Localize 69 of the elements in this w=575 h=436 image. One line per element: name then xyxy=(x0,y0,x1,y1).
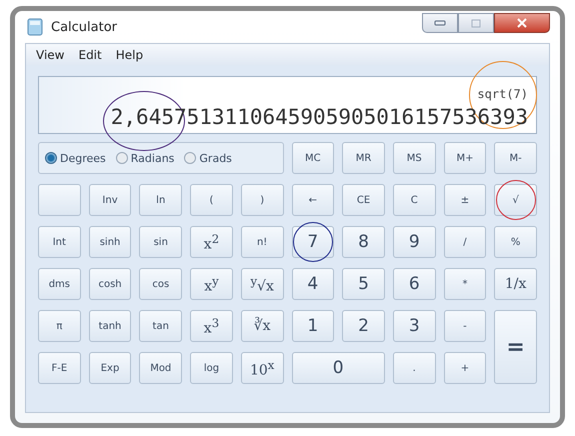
digit-key[interactable]: 3 xyxy=(392,310,436,342)
angle-unit-radio[interactable]: Degrees xyxy=(45,152,106,164)
digit-key[interactable]: 9 xyxy=(392,226,436,258)
maximize-button[interactable] xyxy=(458,13,494,33)
calculator-key[interactable]: C xyxy=(392,184,436,216)
function-key[interactable]: x$^{3}$ xyxy=(190,310,233,342)
function-key[interactable]: 1/x xyxy=(494,268,537,300)
calculator-key[interactable]: / xyxy=(444,226,486,258)
radio-label: Degrees xyxy=(60,152,106,164)
calculator-key[interactable]: tan xyxy=(139,310,182,342)
calculator-key[interactable]: + xyxy=(444,352,486,384)
function-key[interactable]: x$^{2}$ xyxy=(190,226,233,258)
calculator-key[interactable]: dms xyxy=(38,268,81,300)
calculator-key[interactable]: Inv xyxy=(88,184,132,216)
calculator-key[interactable]: ( xyxy=(190,184,233,216)
function-key[interactable]: $^{y}$√x xyxy=(240,268,284,300)
calculator-icon xyxy=(27,18,43,36)
function-key[interactable]: x$^{y}$ xyxy=(190,268,233,300)
calculator-key[interactable]: % xyxy=(494,226,537,258)
calculator-key[interactable]: MS xyxy=(392,142,436,174)
calculator-key[interactable]: . xyxy=(392,352,436,384)
minimize-icon xyxy=(434,20,446,26)
function-key[interactable]: ∛x xyxy=(240,310,284,342)
digit-key[interactable]: 4 xyxy=(292,268,334,300)
calculator-key[interactable]: CE xyxy=(342,184,385,216)
equals-key[interactable]: = xyxy=(494,310,537,384)
menu-item[interactable]: Help xyxy=(116,48,144,62)
calculator-key[interactable]: ← xyxy=(292,184,334,216)
calculator-key[interactable]: ln xyxy=(139,184,182,216)
calculator-key[interactable]: ) xyxy=(240,184,284,216)
digit-key[interactable]: 6 xyxy=(392,268,436,300)
digit-key[interactable]: 1 xyxy=(292,310,334,342)
calculator-key[interactable]: sinh xyxy=(88,226,132,258)
digit-key[interactable]: 2 xyxy=(342,310,385,342)
minimize-button[interactable] xyxy=(422,13,458,33)
calculator-key[interactable]: M+ xyxy=(444,142,486,174)
function-key[interactable]: 10$^{x}$ xyxy=(240,352,284,384)
angle-unit-radio[interactable]: Grads xyxy=(184,152,232,164)
expression-text: sqrt(7) xyxy=(477,87,528,101)
calculator-key[interactable]: F-E xyxy=(38,352,81,384)
calculator-key[interactable]: log xyxy=(190,352,233,384)
digit-key[interactable]: 5 xyxy=(342,268,385,300)
calculator-key[interactable]: n! xyxy=(240,226,284,258)
menu-item[interactable]: Edit xyxy=(78,48,102,62)
menu-item[interactable]: View xyxy=(36,48,64,62)
close-icon xyxy=(517,18,527,28)
close-button[interactable] xyxy=(494,13,550,33)
radio-label: Radians xyxy=(130,152,174,164)
window-title: Calculator xyxy=(51,20,118,34)
calculator-key[interactable]: sin xyxy=(139,226,182,258)
maximize-icon xyxy=(471,18,481,28)
calculator-key[interactable]: * xyxy=(444,268,486,300)
result-value: 2,645 xyxy=(110,105,174,129)
digit-key[interactable]: 8 xyxy=(342,226,385,258)
digit-key[interactable]: 0 xyxy=(292,352,385,384)
calculator-key[interactable]: MR xyxy=(342,142,385,174)
calculator-key[interactable]: π xyxy=(38,310,81,342)
calculator-key[interactable]: - xyxy=(444,310,486,342)
calculator-key[interactable]: Int xyxy=(38,226,81,258)
radio-label: Grads xyxy=(199,152,232,164)
calculator-key[interactable]: M- xyxy=(494,142,537,174)
angle-unit-radio[interactable]: Radians xyxy=(116,152,174,164)
calculator-key[interactable]: ± xyxy=(444,184,486,216)
calculator-key[interactable]: Exp xyxy=(88,352,132,384)
calculator-key[interactable]: Mod xyxy=(139,352,182,384)
calculator-key[interactable]: cosh xyxy=(88,268,132,300)
calculator-key[interactable]: cos xyxy=(139,268,182,300)
calculator-key[interactable]: tanh xyxy=(88,310,132,342)
calculator-key[interactable]: MC xyxy=(292,142,334,174)
